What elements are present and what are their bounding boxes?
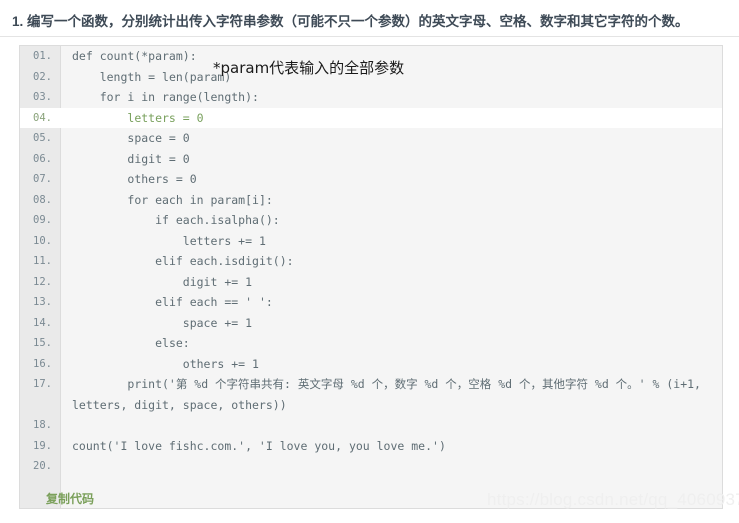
code-text: else:	[72, 336, 190, 350]
code-text: others += 1	[72, 356, 259, 371]
code-line: 11. elif each.isdigit():	[20, 251, 722, 272]
code-line: 09. if each.isalpha():	[20, 210, 722, 231]
code-text: for each in param[i]:	[72, 192, 273, 207]
code-text: others = 0	[72, 172, 197, 186]
code-text: print('第 %d 个字符串共有: 英文字母 %d 个，数字 %d 个，空格…	[72, 377, 708, 412]
question-header: 1. 编写一个函数，分别统计出传入字符串参数（可能不只一个参数）的英文字母、空格…	[0, 0, 739, 37]
line-number: 14.	[33, 316, 52, 329]
code-text: for i in range(length):	[72, 90, 259, 104]
line-number: 20.	[33, 460, 52, 472]
line-number: 12.	[33, 275, 52, 288]
code-line: 06. digit = 0	[20, 149, 722, 170]
code-block: 01. def count(*param): 02. length = len(pa…	[19, 45, 723, 509]
code-text: letters += 1	[72, 233, 266, 248]
code-line: 10. letters += 1	[20, 231, 722, 252]
question-title: 1. 编写一个函数，分别统计出传入字符串参数（可能不只一个参数）的英文字母、空格…	[12, 14, 689, 29]
code-text: digit += 1	[72, 274, 253, 289]
line-number: 07.	[33, 173, 52, 185]
code-text: space += 1	[72, 315, 253, 330]
line-number: 13.	[33, 296, 52, 308]
line-number: 01.	[33, 50, 52, 62]
code-text: elif each == ' ':	[72, 295, 273, 309]
line-number: 16.	[33, 357, 52, 370]
line-number: 11.	[33, 255, 52, 267]
line-number: 19.	[33, 439, 52, 452]
line-number: 02.	[33, 70, 52, 83]
code-line: 13. elif each == ' ':	[20, 292, 722, 313]
copy-code-link[interactable]: 复制代码	[46, 490, 94, 507]
code-text: elif each.isdigit():	[72, 254, 294, 268]
code-annotation: *param代表输入的全部参数	[213, 59, 405, 77]
code-text: space = 0	[72, 131, 190, 145]
code-text: count('I love fishc.com.', 'I love you, …	[72, 438, 446, 453]
line-number: 08.	[33, 193, 52, 206]
code-line: 20.	[20, 456, 722, 477]
code-line: 14. space += 1	[20, 313, 722, 334]
code-line-list: 01. def count(*param): 02. length = len(pa…	[20, 46, 722, 477]
code-line: 05. space = 0	[20, 128, 722, 149]
code-text: letters = 0	[72, 110, 204, 125]
line-number: 17.	[33, 378, 52, 390]
line-number: 18.	[33, 419, 52, 431]
line-number: 03.	[33, 91, 52, 103]
code-line: 15. else:	[20, 333, 722, 354]
code-line: 07. others = 0	[20, 169, 722, 190]
code-text: if each.isalpha():	[72, 213, 280, 227]
code-line: 08. for each in param[i]:	[20, 190, 722, 211]
code-line: 17. print('第 %d 个字符串共有: 英文字母 %d 个，数字 %d …	[20, 374, 722, 415]
code-line: 03. for i in range(length):	[20, 87, 722, 108]
code-line: 16. others += 1	[20, 354, 722, 375]
line-number: 06.	[33, 152, 52, 165]
line-number: 09.	[33, 214, 52, 226]
code-line: 18.	[20, 415, 722, 436]
code-line: 19. count('I love fishc.com.', 'I love yo…	[20, 436, 722, 457]
code-text: digit = 0	[72, 151, 190, 166]
line-number: 15.	[33, 337, 52, 349]
line-number: 10.	[33, 234, 52, 247]
line-number: 04.	[33, 111, 52, 124]
code-line: 04. letters = 0	[20, 107, 722, 128]
code-line: 12. digit += 1	[20, 272, 722, 293]
line-number: 05.	[33, 132, 52, 144]
